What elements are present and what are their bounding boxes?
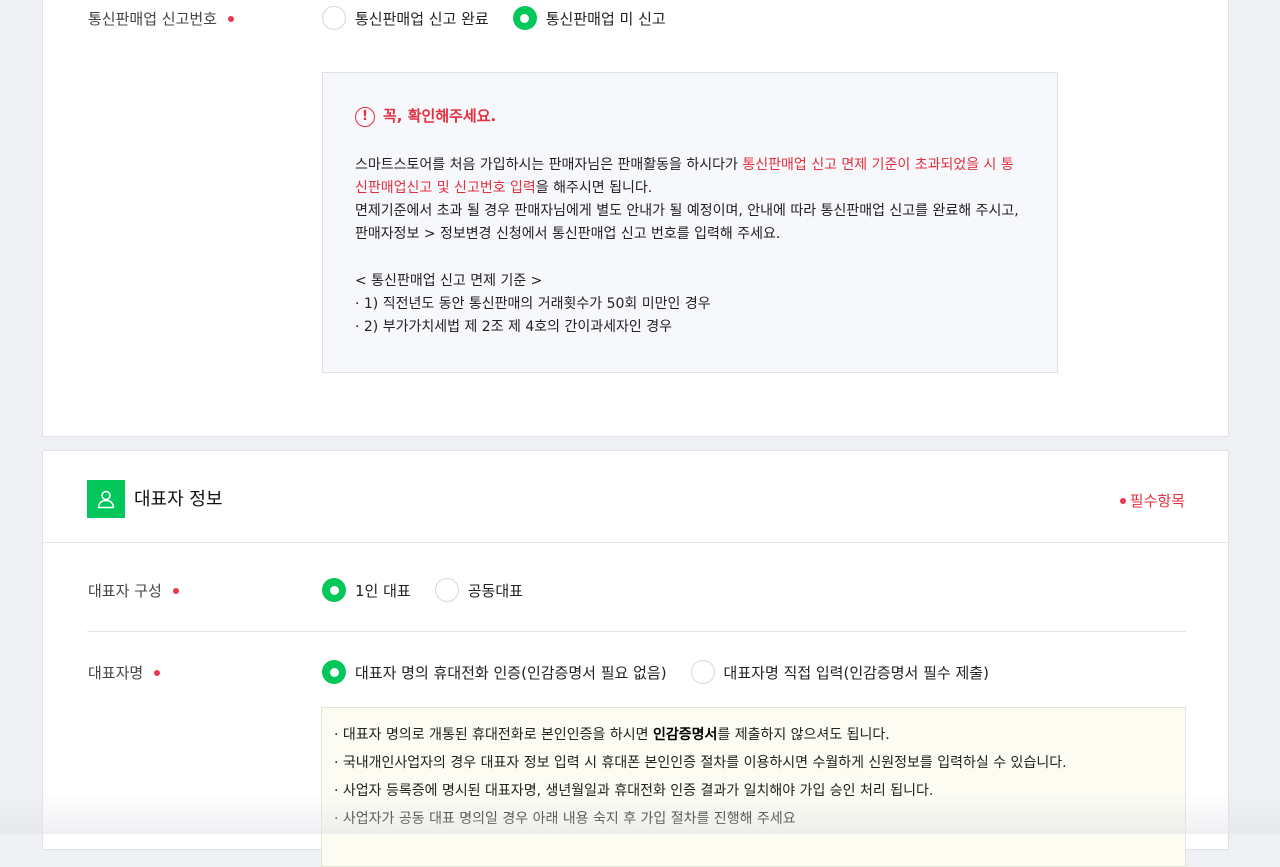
business-report-label-row: 통신판매업 신고번호 bbox=[88, 8, 234, 29]
section-title: 대표자 정보 bbox=[134, 489, 223, 510]
rep-name-label-row: 대표자명 bbox=[88, 662, 161, 683]
required-legend: 필수항목 bbox=[1119, 490, 1185, 511]
required-dot bbox=[154, 669, 161, 676]
radio-joint-representative-label[interactable]: 공동대표 bbox=[468, 580, 523, 601]
representative-card: 대표자 정보 필수항목 대표자 구성 1인 대표 공동대표 대표자명 대표자 명… bbox=[42, 450, 1229, 867]
business-report-radio-group: 통신판매업 신고 완료 통신판매업 미 신고 bbox=[322, 6, 690, 30]
radio-report-completed-label[interactable]: 통신판매업 신고 완료 bbox=[355, 8, 489, 29]
radio-single-representative-label[interactable]: 1인 대표 bbox=[355, 580, 411, 601]
radio-report-not-filed[interactable] bbox=[512, 6, 537, 30]
info-line-1: · 대표자 명의로 개통된 휴대전화로 본인인증을 하시면 인감증명서를 제출하… bbox=[334, 721, 1185, 749]
notice-paragraph-2: 면제기준에서 초과 될 경우 판매자님에게 별도 안내가 될 예정이며, 안내에… bbox=[355, 203, 1019, 219]
criteria-title: < 통신판매업 신고 면제 기준 > bbox=[355, 273, 543, 289]
rep-name-radio-group: 대표자 명의 휴대전화 인증(인감증명서 필요 없음) 대표자명 직접 입력(인… bbox=[322, 660, 1013, 684]
info-line-3: · 사업자 등록증에 명시된 대표자명, 생년월일과 휴대전화 인증 결과가 일… bbox=[334, 783, 934, 799]
info-line-4: · 사업자가 공동 대표 명의일 경우 아래 내용 숙지 후 가입 절차를 진행… bbox=[334, 811, 796, 827]
radio-phone-verification[interactable] bbox=[322, 660, 346, 684]
criteria-item-2: · 2) 부가가치세법 제 2조 제 4호의 간이과세자인 경우 bbox=[355, 319, 672, 335]
info-text: 를 제출하지 않으셔도 됩니다. bbox=[717, 727, 890, 743]
radio-report-not-filed-label[interactable]: 통신판매업 미 신고 bbox=[546, 8, 666, 29]
radio-direct-input-label[interactable]: 대표자명 직접 입력(인감증명서 필수 제출) bbox=[724, 662, 989, 683]
info-line-2: · 국내개인사업자의 경우 대표자 정보 입력 시 휴대폰 본인인증 절차를 이… bbox=[334, 755, 1067, 771]
exclamation-icon: ! bbox=[355, 106, 375, 127]
required-dot bbox=[1119, 497, 1126, 504]
radio-phone-verification-label[interactable]: 대표자 명의 휴대전화 인증(인감증명서 필요 없음) bbox=[355, 662, 667, 683]
radio-joint-representative[interactable] bbox=[434, 578, 459, 602]
notice-heading: ! 꼭, 확인해주세요. bbox=[355, 105, 1025, 128]
info-text: · 대표자 명의로 개통된 휴대전화로 본인인증을 하시면 bbox=[334, 727, 653, 743]
composition-label-row: 대표자 구성 bbox=[88, 580, 179, 601]
composition-radio-group: 1인 대표 공동대표 bbox=[322, 578, 547, 602]
radio-report-completed[interactable] bbox=[322, 6, 346, 30]
radio-single-representative[interactable] bbox=[322, 578, 346, 602]
notice-text: 스마트스토어를 처음 가입하시는 판매자님은 판매활동을 하시다가 bbox=[355, 157, 743, 173]
required-dot bbox=[227, 15, 234, 22]
divider bbox=[87, 631, 1186, 632]
rep-info-box: · 대표자 명의로 개통된 휴대전화로 본인인증을 하시면 인감증명서를 제출하… bbox=[321, 707, 1186, 867]
notice-paragraph-3: 판매자정보 > 정보변경 신청에서 통신판매업 신고 번호를 입력해 주세요. bbox=[355, 226, 781, 242]
composition-label: 대표자 구성 bbox=[88, 582, 162, 600]
criteria-item-1: · 1) 직전년도 동안 통신판매의 거래횟수가 50회 미만인 경우 bbox=[355, 296, 711, 312]
section-header: 대표자 정보 필수항목 bbox=[43, 451, 1228, 543]
notice-paragraph-1: 스마트스토어를 처음 가입하시는 판매자님은 판매활동을 하시다가 통신판매업 … bbox=[355, 154, 1025, 200]
required-legend-text: 필수항목 bbox=[1129, 492, 1185, 510]
business-report-card: 통신판매업 신고번호 통신판매업 신고 완료 통신판매업 미 신고 ! 꼭, 확… bbox=[42, 0, 1229, 437]
required-dot bbox=[172, 587, 179, 594]
notice-text: 을 해주시면 됩니다. bbox=[535, 180, 653, 196]
notice-box: ! 꼭, 확인해주세요. 스마트스토어를 처음 가입하시는 판매자님은 판매활동… bbox=[322, 72, 1058, 373]
person-icon bbox=[87, 480, 125, 518]
rep-name-label: 대표자명 bbox=[88, 664, 144, 682]
radio-direct-input[interactable] bbox=[690, 660, 715, 684]
business-report-label: 통신판매업 신고번호 bbox=[88, 10, 217, 28]
notice-title: 꼭, 확인해주세요. bbox=[383, 107, 497, 125]
info-bold: 인감증명서 bbox=[652, 727, 718, 743]
